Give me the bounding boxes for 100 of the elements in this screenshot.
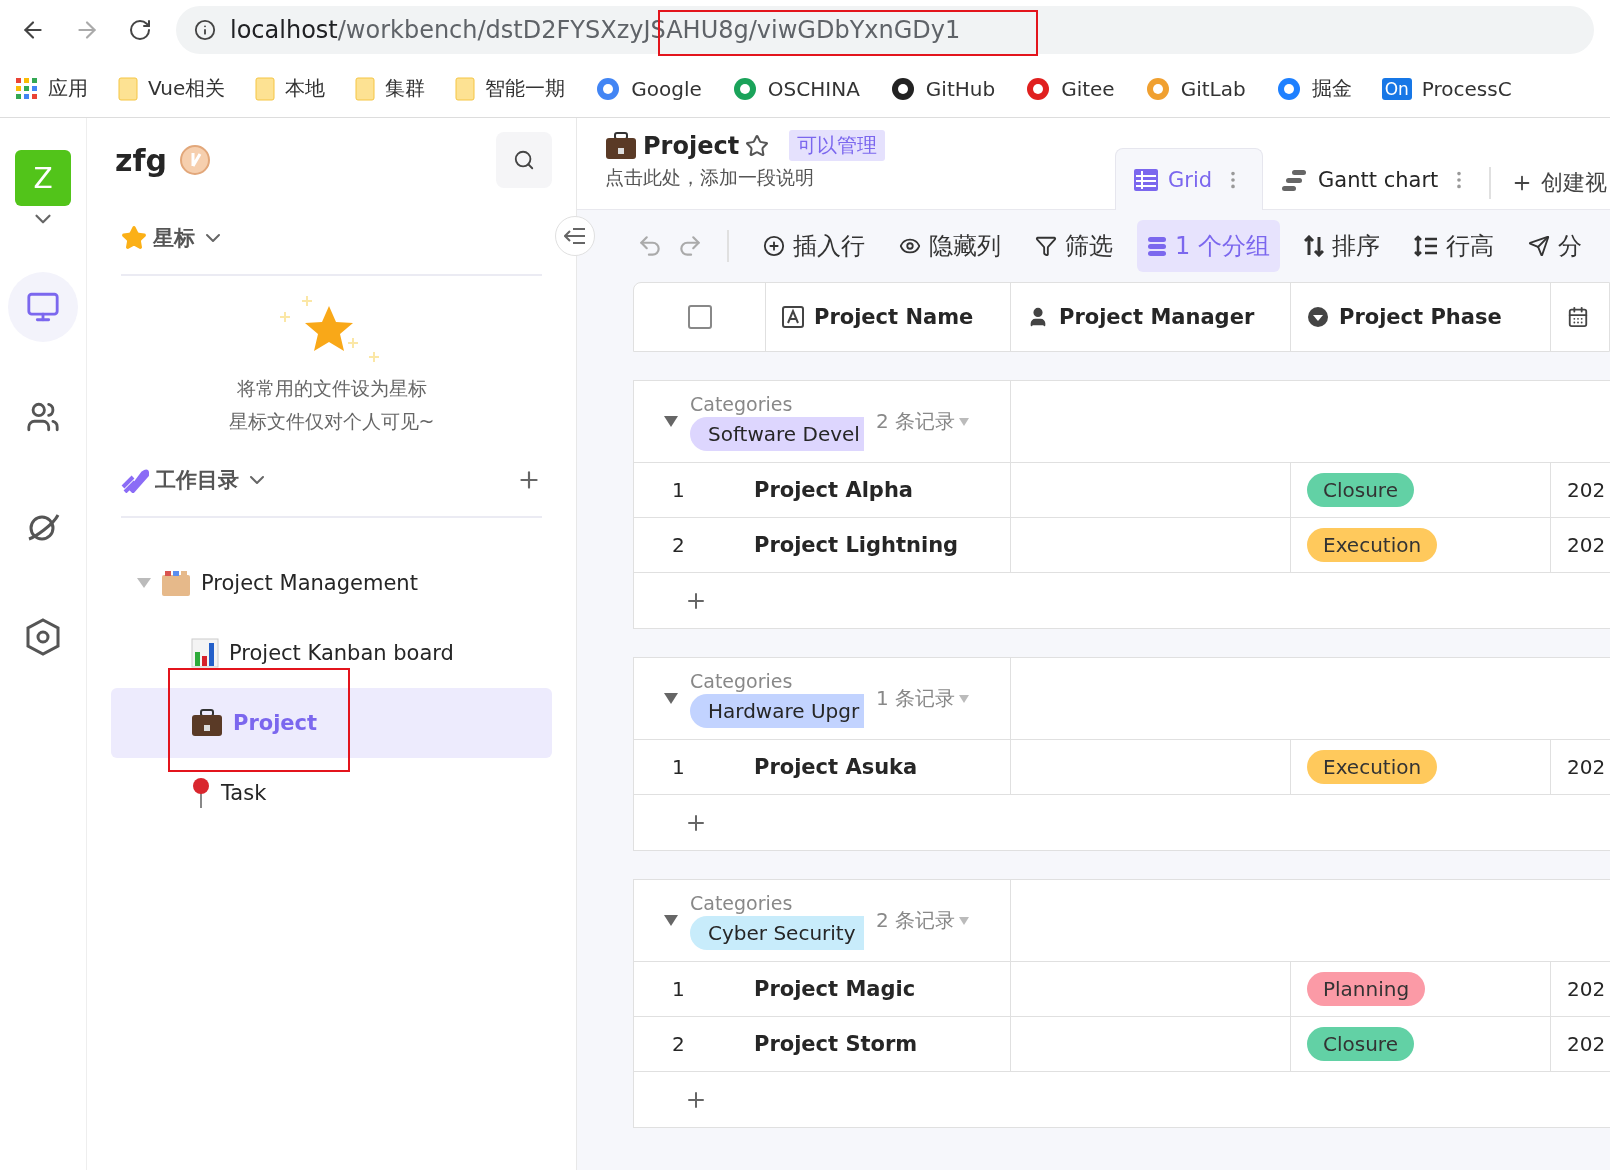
sheet-title: Project xyxy=(643,131,740,160)
record-count[interactable]: 1 条记录 xyxy=(876,685,970,712)
category-tag: Software Devel xyxy=(690,416,864,451)
briefcase-icon xyxy=(605,131,637,160)
toolbar-button[interactable]: 行高 xyxy=(1403,220,1504,272)
bookmark-link[interactable]: On ProcessC xyxy=(1381,76,1512,101)
record-count[interactable]: 2 条记录 xyxy=(876,907,970,934)
project-name-cell: Project Asuka xyxy=(754,740,1011,794)
bookmark-link[interactable]: 智能一期 xyxy=(455,75,566,102)
project-name-cell: Project Alpha xyxy=(754,463,1011,517)
folder-icon xyxy=(255,76,276,101)
pin-icon xyxy=(191,777,211,809)
section-title[interactable]: 工作目录 xyxy=(155,466,239,494)
sort-icon xyxy=(1303,235,1324,257)
column-header[interactable]: Project Name xyxy=(766,283,1011,351)
view-tab[interactable]: Grid xyxy=(1115,148,1264,210)
collapse-triangle-icon[interactable] xyxy=(664,915,678,926)
text-field-icon xyxy=(782,306,804,328)
tree-item[interactable]: Project Kanban board xyxy=(111,618,552,688)
group-field-label: Categories xyxy=(690,392,794,415)
date-cell: 202 xyxy=(1567,755,1606,779)
stack-icon xyxy=(1147,235,1167,257)
create-view-button[interactable]: 创建视 xyxy=(1501,167,1608,198)
bookmark-link[interactable]: OSCHINA xyxy=(731,75,860,102)
row-height-icon xyxy=(1413,235,1438,257)
bookmark-link[interactable]: Vue相关 xyxy=(118,75,226,102)
description-text[interactable]: 点击此处，添加一段说明 xyxy=(605,165,1115,191)
phase-tag: Closure xyxy=(1307,1027,1414,1061)
bookmark-link[interactable]: 集群 xyxy=(355,75,426,102)
phase-tag: Planning xyxy=(1307,972,1426,1006)
search-icon xyxy=(513,149,535,171)
calendar-icon xyxy=(1567,306,1589,328)
phase-tag: Closure xyxy=(1307,473,1414,507)
category-tag: Cyber Security xyxy=(690,915,864,950)
collapse-triangle-icon[interactable] xyxy=(664,416,678,427)
group-field-label: Categories xyxy=(690,669,794,692)
bookmark-link[interactable]: Google xyxy=(595,75,702,102)
select-all-checkbox[interactable] xyxy=(687,305,712,329)
apps-grid-icon xyxy=(16,77,38,100)
category-tag: Hardware Upgr xyxy=(690,693,864,728)
empty-hint: 将常用的文件设为星标 xyxy=(236,376,427,401)
toolbar-button[interactable]: 分 xyxy=(1517,220,1592,272)
toolbar-button[interactable]: 筛选 xyxy=(1025,220,1123,272)
gantt-icon xyxy=(1282,168,1309,191)
bookmark-link[interactable]: Gitee xyxy=(1025,75,1115,102)
settings-icon xyxy=(25,618,61,656)
toolbar-button[interactable]: 插入行 xyxy=(753,220,875,272)
badge-icon: On xyxy=(1381,77,1412,100)
collapse-sidebar-button[interactable] xyxy=(555,216,595,256)
column-header[interactable]: Project Manager xyxy=(1011,283,1291,351)
date-cell: 202 xyxy=(1567,533,1606,557)
info-icon xyxy=(194,19,216,41)
phase-tag: Execution xyxy=(1307,750,1438,784)
bar-chart-icon xyxy=(191,638,219,668)
date-cell: 202 xyxy=(1567,1032,1606,1056)
bookmark-link[interactable]: 掘金 xyxy=(1275,75,1352,102)
tree-item[interactable]: Project Management xyxy=(111,548,552,618)
collapse-icon xyxy=(564,228,586,244)
record-count[interactable]: 2 条记录 xyxy=(876,408,970,435)
section-title[interactable]: 星标 xyxy=(153,224,195,252)
tree-item[interactable]: Project xyxy=(111,688,552,758)
dropdown-icon xyxy=(1307,306,1329,328)
caret-icon xyxy=(959,916,970,925)
send-icon xyxy=(1527,235,1550,257)
grid-view-icon xyxy=(1134,168,1158,191)
phase-tag: Execution xyxy=(1307,528,1438,562)
bookmark-link[interactable]: 应用 xyxy=(16,75,88,102)
view-tab[interactable]: Gantt chart xyxy=(1263,148,1490,210)
collapse-triangle-icon[interactable] xyxy=(664,693,678,704)
folder-icon xyxy=(355,76,376,101)
folder-icon xyxy=(455,76,476,101)
filter-icon xyxy=(1035,235,1057,257)
expand-triangle-icon xyxy=(137,578,151,588)
column-header[interactable]: Project Phase xyxy=(1291,283,1551,351)
star-outline-icon[interactable] xyxy=(745,133,770,158)
project-name-cell: Project Lightning xyxy=(754,518,1011,572)
bookmark-link[interactable]: GitHub xyxy=(889,75,996,102)
people-icon xyxy=(26,400,60,434)
toolbar-button[interactable]: 排序 xyxy=(1293,220,1390,272)
empty-hint: 星标文件仅对个人可见~ xyxy=(228,409,435,434)
date-cell: 202 xyxy=(1567,977,1606,1001)
caret-icon xyxy=(959,417,970,426)
tree-item[interactable]: Task xyxy=(111,758,552,828)
toolbar-button[interactable]: 隐藏列 xyxy=(889,220,1011,272)
rocket-icon xyxy=(121,467,149,493)
date-cell: 202 xyxy=(1567,478,1606,502)
bookmark-link[interactable]: GitLab xyxy=(1144,75,1246,102)
bookmark-link[interactable]: 本地 xyxy=(255,75,326,102)
folder-icon xyxy=(161,569,191,597)
group-field-label: Categories xyxy=(690,891,794,914)
permission-tag: 可以管理 xyxy=(789,130,886,161)
briefcase-icon xyxy=(191,709,223,737)
reload-icon xyxy=(128,18,152,42)
space-name: zfg xyxy=(115,142,167,178)
star-icon xyxy=(121,225,147,251)
folder-icon xyxy=(118,76,138,101)
search-button[interactable] xyxy=(496,132,552,188)
monitor-icon xyxy=(26,290,60,324)
insert-icon xyxy=(763,235,785,257)
project-name-cell: Project Magic xyxy=(754,962,1011,1016)
